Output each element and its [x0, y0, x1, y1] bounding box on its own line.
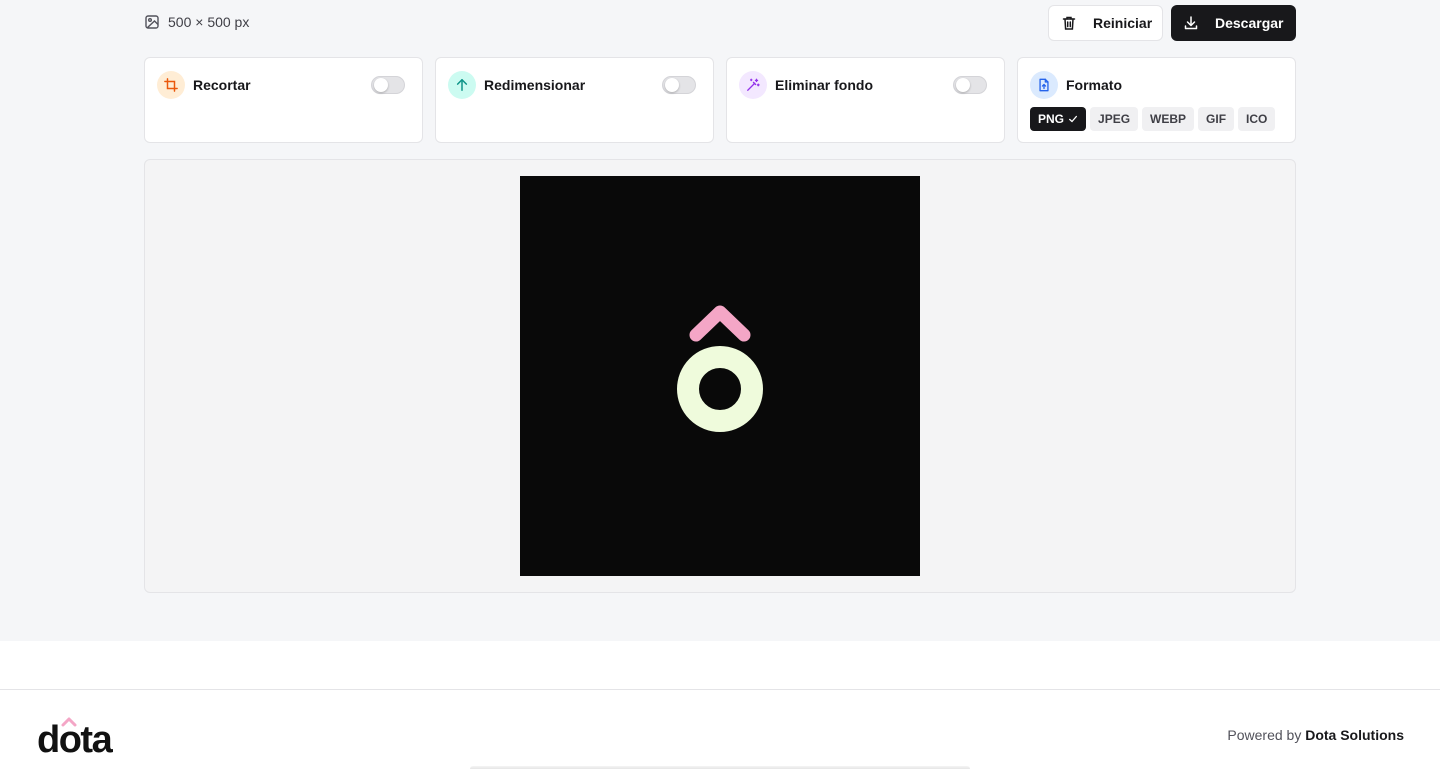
crop-toggle[interactable] [371, 76, 405, 94]
powered-link[interactable]: Dota Solutions [1305, 727, 1404, 743]
crop-title: Recortar [193, 77, 251, 93]
top-bar: 500 × 500 px Reiniciar Descargar [144, 5, 1296, 41]
format-option-ico[interactable]: ICO [1238, 107, 1276, 131]
powered-by: Powered by Dota Solutions [1227, 727, 1404, 743]
format-option-gif[interactable]: GIF [1198, 107, 1235, 131]
dimensions-text: 500 × 500 px [168, 14, 250, 30]
resize-card: Redimensionar [435, 57, 714, 143]
toggle-knob [374, 78, 388, 92]
resize-icon-badge [448, 71, 476, 99]
footer: dota Powered by Dota Solutions [0, 689, 1440, 769]
resize-toggle[interactable] [662, 76, 696, 94]
format-option-label: WEBP [1150, 112, 1187, 126]
arrow-up-icon [456, 79, 468, 91]
format-title: Formato [1066, 77, 1122, 93]
remove-background-icon-badge [739, 71, 767, 99]
crop-icon [164, 78, 178, 92]
magic-wand-icon [747, 78, 760, 91]
image-preview[interactable] [520, 176, 920, 576]
file-upload-icon [1039, 78, 1049, 92]
preview-caret [689, 305, 751, 342]
reset-label: Reiniciar [1093, 15, 1153, 31]
format-option-jpeg[interactable]: JPEG [1090, 107, 1139, 131]
format-options: PNG JPEG WEBP GIF ICO [1030, 107, 1276, 131]
dota-logo[interactable]: dota [37, 716, 129, 761]
toggle-knob [956, 78, 970, 92]
download-button[interactable]: Descargar [1171, 5, 1296, 41]
crop-card: Recortar [144, 57, 423, 143]
download-icon [1184, 16, 1198, 30]
trash-icon [1062, 16, 1076, 30]
crop-icon-badge [157, 71, 185, 99]
preview-ring [677, 346, 763, 432]
powered-prefix: Powered by [1227, 727, 1302, 743]
format-option-label: ICO [1246, 112, 1268, 126]
preview-logo-graphic [677, 305, 763, 432]
dota-logo-graphic: dota [37, 717, 115, 761]
remove-background-toggle[interactable] [953, 76, 987, 94]
format-card-header: Formato [1030, 71, 1283, 99]
format-option-label: GIF [1206, 112, 1227, 126]
format-icon-badge [1030, 71, 1058, 99]
format-option-label: JPEG [1098, 112, 1131, 126]
remove-background-card: Eliminar fondo [726, 57, 1005, 143]
editor-area: 500 × 500 px Reiniciar Descargar Recorta… [0, 0, 1440, 641]
image-dimensions: 500 × 500 px [144, 14, 249, 30]
toggle-knob [665, 78, 679, 92]
preview-canvas [144, 159, 1296, 593]
check-icon [1069, 115, 1078, 123]
format-option-webp[interactable]: WEBP [1142, 107, 1195, 131]
reset-button[interactable]: Reiniciar [1048, 5, 1163, 41]
format-option-label: PNG [1038, 112, 1065, 126]
resize-title: Redimensionar [484, 77, 586, 93]
logo-text: dota [37, 719, 114, 756]
format-card: Formato PNG JPEG WEBP GIF ICO [1017, 57, 1296, 143]
image-icon [145, 15, 159, 29]
remove-background-title: Eliminar fondo [775, 77, 873, 93]
download-label: Descargar [1215, 15, 1284, 31]
format-option-png[interactable]: PNG [1030, 107, 1087, 131]
